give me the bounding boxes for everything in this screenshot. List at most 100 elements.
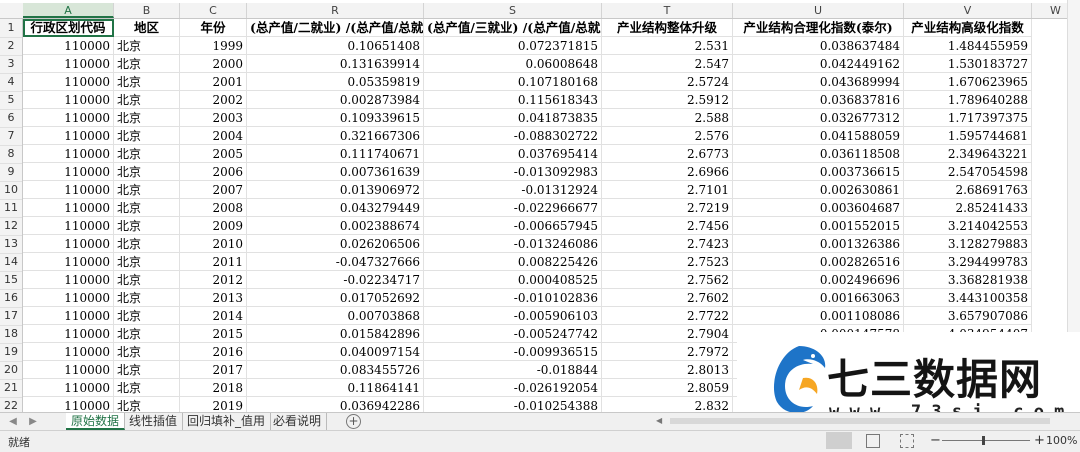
row-header[interactable]: 9 [0,163,22,182]
table-cell[interactable]: 110000 [23,127,114,145]
page-layout-icon[interactable] [866,434,880,448]
table-cell[interactable]: 110000 [23,163,114,181]
column-title-cell[interactable]: 行政区划代码 [23,19,114,37]
table-cell[interactable]: 110000 [23,181,114,199]
table-cell[interactable]: 0.11864141 [247,379,424,397]
table-cell[interactable]: 0.041588059 [733,127,904,145]
table-cell[interactable]: 110000 [23,91,114,109]
row-header[interactable]: 1 [0,19,22,38]
table-cell[interactable]: 0.042449162 [733,55,904,73]
column-header-b[interactable]: B [114,3,180,18]
column-header-r[interactable]: R [247,3,424,18]
table-cell[interactable]: 110000 [23,289,114,307]
table-cell[interactable]: 0.05359819 [247,73,424,91]
table-cell[interactable]: 0.002388674 [247,217,424,235]
table-cell[interactable]: 北京 [114,379,180,397]
table-cell[interactable]: 2.8059 [602,379,733,397]
table-cell[interactable]: 北京 [114,235,180,253]
normal-view-icon[interactable] [826,432,852,449]
row-header[interactable]: 19 [0,343,22,362]
table-cell[interactable]: 2015 [180,325,247,343]
table-cell[interactable]: 0.013906972 [247,181,424,199]
table-cell[interactable]: 2.531 [602,37,733,55]
table-cell[interactable]: -0.088302722 [424,127,602,145]
row-header[interactable]: 6 [0,109,22,128]
table-cell[interactable]: 3.368281938 [904,271,1032,289]
table-cell[interactable]: 北京 [114,289,180,307]
table-cell[interactable]: 2.85241433 [904,199,1032,217]
table-cell[interactable]: 北京 [114,73,180,91]
row-header[interactable]: 2 [0,37,22,56]
row-header[interactable]: 8 [0,145,22,164]
table-cell[interactable]: 0.036118508 [733,145,904,163]
table-cell[interactable]: 2019 [180,397,247,412]
table-cell[interactable]: -0.02234717 [247,271,424,289]
column-header-c[interactable]: C [180,3,247,18]
table-cell[interactable]: 0.111740671 [247,145,424,163]
scroll-left-icon[interactable]: ◀ [656,416,666,426]
row-header[interactable]: 14 [0,253,22,272]
table-cell[interactable]: 0.003604687 [733,199,904,217]
table-cell[interactable]: 0.043279449 [247,199,424,217]
table-cell[interactable]: 0.107180168 [424,73,602,91]
table-cell[interactable]: 2016 [180,343,247,361]
table-cell[interactable]: -0.013246086 [424,235,602,253]
column-header-s[interactable]: S [424,3,602,18]
tab-readme[interactable]: 必看说明 [268,413,328,430]
table-cell[interactable]: 110000 [23,307,114,325]
table-cell[interactable]: 3.443100358 [904,289,1032,307]
column-title-cell[interactable]: (总产值/二就业) /(总产值/总就业) [247,19,424,37]
table-cell[interactable]: 2.547 [602,55,733,73]
table-cell[interactable]: 0.037695414 [424,145,602,163]
table-cell[interactable]: 2.6966 [602,163,733,181]
table-cell[interactable]: 2.349643221 [904,145,1032,163]
table-cell[interactable]: -0.026192054 [424,379,602,397]
column-title-cell[interactable]: 产业结构合理化指数(泰尔) [733,19,904,37]
row-header[interactable]: 20 [0,361,22,380]
table-cell[interactable]: -0.005247742 [424,325,602,343]
table-cell[interactable]: 北京 [114,127,180,145]
table-cell[interactable]: 0.001552015 [733,217,904,235]
table-cell[interactable]: 北京 [114,253,180,271]
table-cell[interactable]: 2011 [180,253,247,271]
table-cell[interactable]: 2.7722 [602,307,733,325]
prev-sheet-icon[interactable]: ◀ [6,414,20,430]
tab-linear-interp[interactable]: 线性插值 [124,413,184,430]
table-cell[interactable]: 110000 [23,325,114,343]
table-cell[interactable]: 2018 [180,379,247,397]
table-cell[interactable]: 1.595744681 [904,127,1032,145]
table-cell[interactable]: 3.294499783 [904,253,1032,271]
row-header[interactable]: 12 [0,217,22,236]
table-cell[interactable]: 3.657907086 [904,307,1032,325]
table-cell[interactable]: 北京 [114,397,180,412]
table-cell[interactable]: 2.7219 [602,199,733,217]
zoom-in-icon[interactable]: + [1034,433,1045,448]
table-cell[interactable]: 2003 [180,109,247,127]
row-header[interactable]: 18 [0,325,22,344]
table-cell[interactable]: 0.109339615 [247,109,424,127]
table-cell[interactable]: 2.7456 [602,217,733,235]
table-cell[interactable]: 0.002496696 [733,271,904,289]
table-cell[interactable]: 2.6773 [602,145,733,163]
column-title-cell[interactable]: 产业结构整体升级 [602,19,733,37]
table-cell[interactable]: 110000 [23,361,114,379]
table-cell[interactable]: 1999 [180,37,247,55]
table-cell[interactable]: 0.115618343 [424,91,602,109]
table-cell[interactable]: 北京 [114,199,180,217]
table-cell[interactable]: -0.005906103 [424,307,602,325]
table-cell[interactable]: 0.002873984 [247,91,424,109]
table-cell[interactable]: -0.013092983 [424,163,602,181]
table-cell[interactable]: 0.041873835 [424,109,602,127]
table-cell[interactable]: 北京 [114,181,180,199]
table-cell[interactable]: 0.06008648 [424,55,602,73]
column-header-u[interactable]: U [733,3,904,18]
table-cell[interactable]: -0.022966677 [424,199,602,217]
table-cell[interactable]: -0.006657945 [424,217,602,235]
table-cell[interactable]: 0.002826516 [733,253,904,271]
table-cell[interactable]: 3.214042553 [904,217,1032,235]
table-cell[interactable]: 北京 [114,325,180,343]
table-cell[interactable]: 110000 [23,397,114,412]
table-cell[interactable]: -0.047327666 [247,253,424,271]
table-cell[interactable]: 0.017052692 [247,289,424,307]
table-cell[interactable]: 0.001326386 [733,235,904,253]
